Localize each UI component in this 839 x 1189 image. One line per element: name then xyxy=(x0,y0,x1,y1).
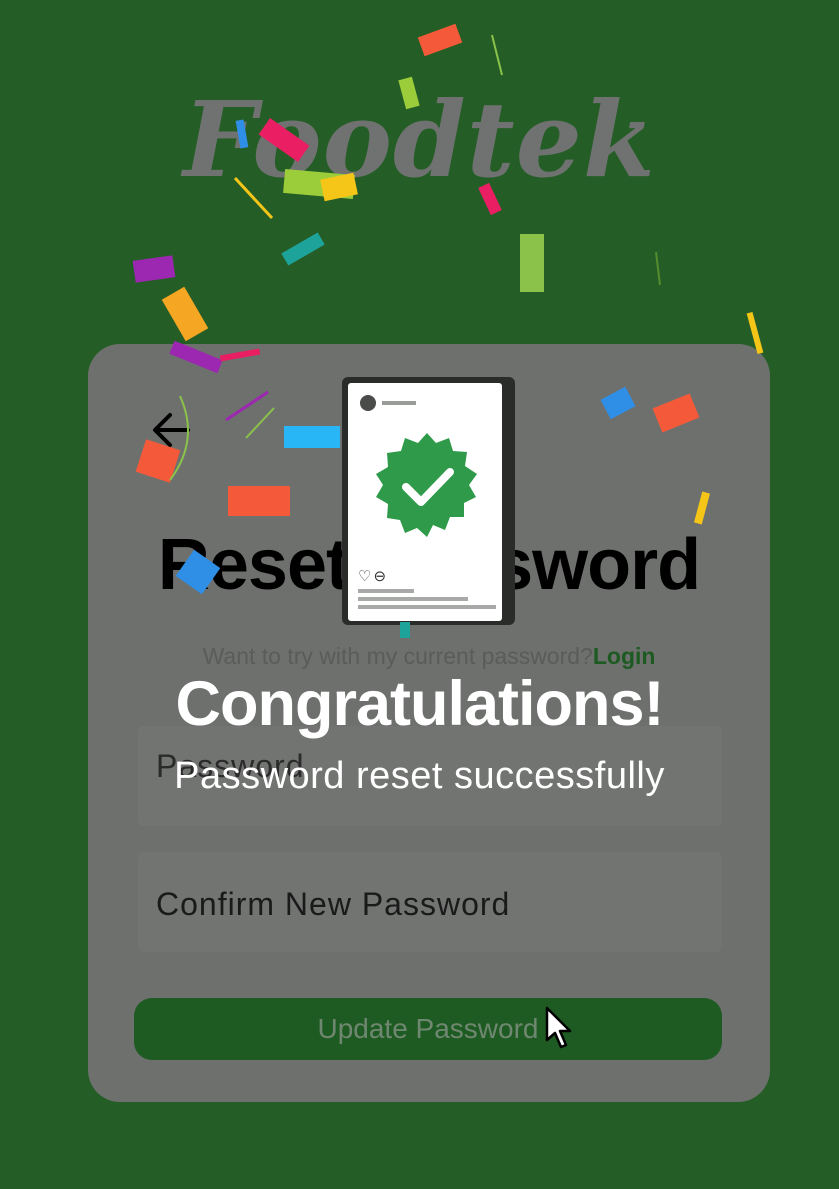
confetti-overlay xyxy=(132,23,764,638)
confetti-pieces xyxy=(132,23,764,638)
